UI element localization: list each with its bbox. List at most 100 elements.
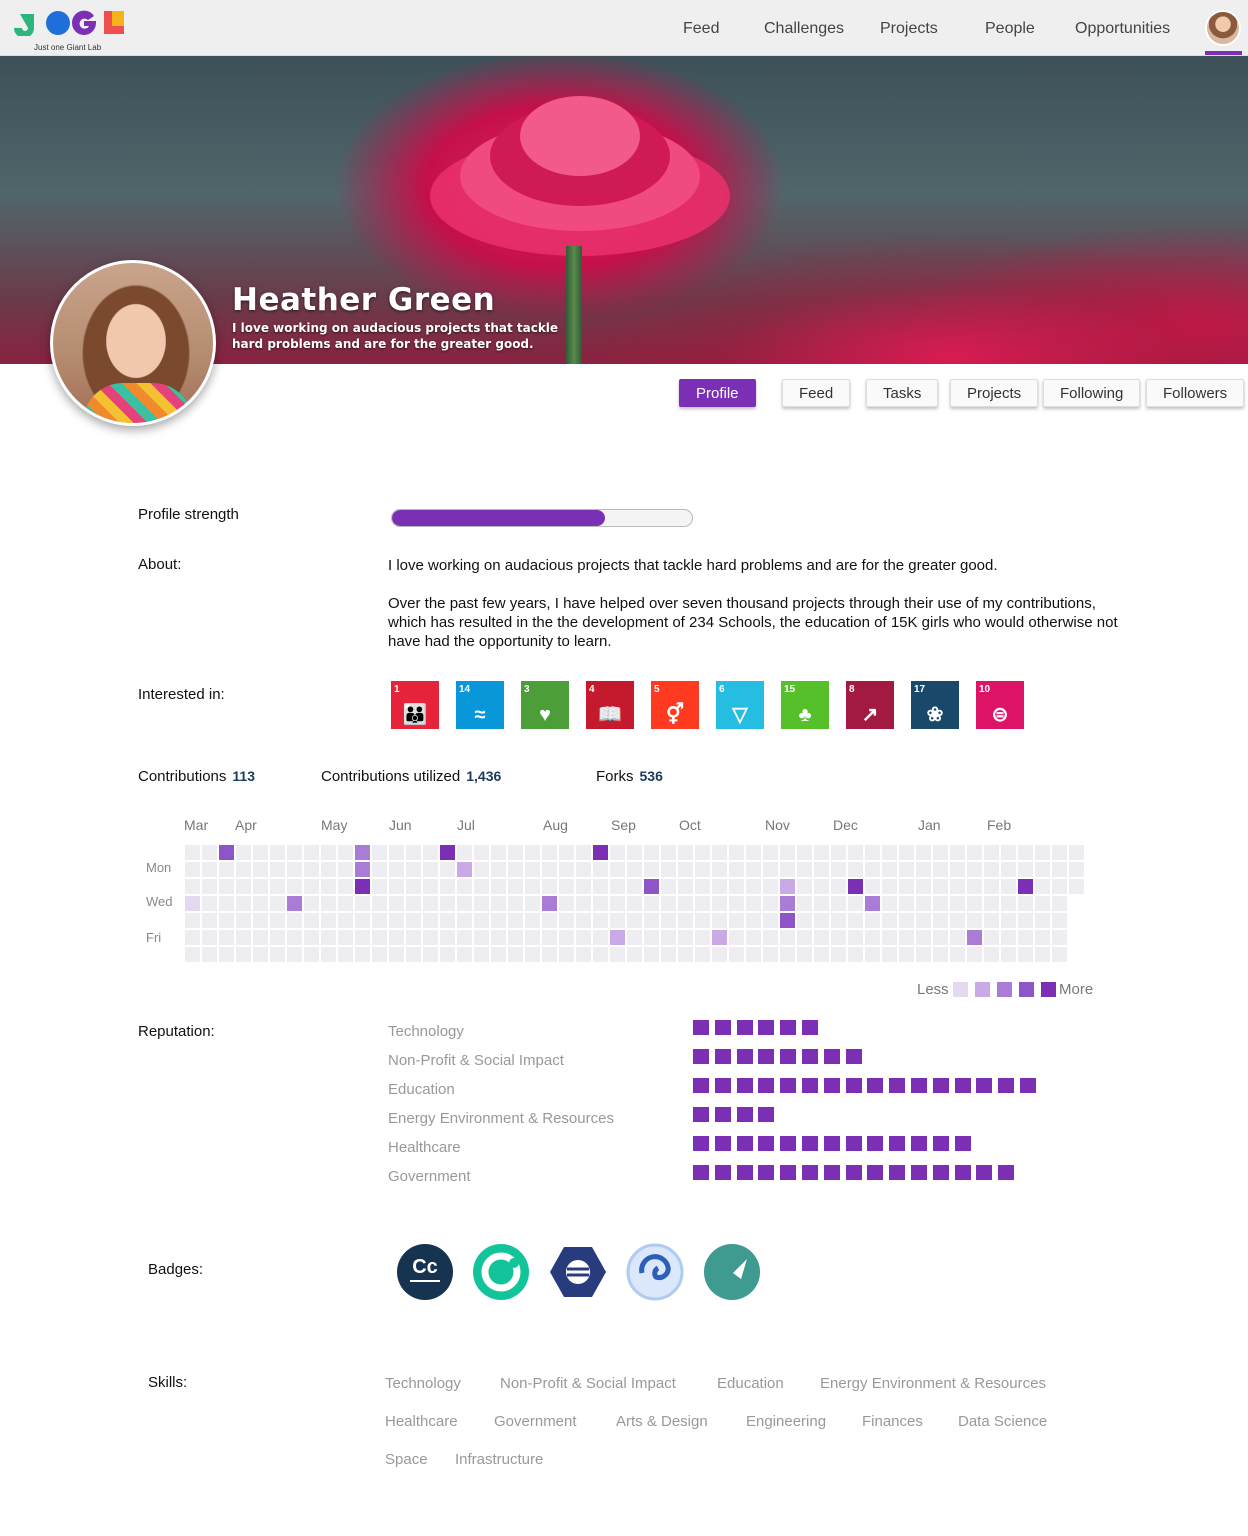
activity-cell	[593, 913, 608, 928]
activity-cell	[678, 913, 693, 928]
legend-swatch	[953, 982, 968, 997]
activity-cell	[661, 913, 676, 928]
sdg-goal-tile[interactable]: 14 ≈	[456, 681, 504, 729]
activity-cell	[253, 947, 268, 962]
skill-tag[interactable]: Infrastructure	[455, 1451, 543, 1468]
skill-tag[interactable]: Space	[385, 1451, 428, 1468]
activity-cell	[899, 930, 914, 945]
creative-commons-icon[interactable]: Cc	[396, 1243, 454, 1301]
activity-cell	[491, 862, 506, 877]
skill-tag[interactable]: Engineering	[746, 1413, 826, 1430]
skill-tag[interactable]: Finances	[862, 1413, 923, 1430]
skill-tag[interactable]: Technology	[385, 1375, 461, 1392]
activity-cell	[1069, 862, 1084, 877]
skill-tag[interactable]: Government	[494, 1413, 577, 1430]
sdg-goal-tile[interactable]: 10 ⊜	[976, 681, 1024, 729]
reputation-score-square	[758, 1020, 775, 1035]
activity-cell	[406, 913, 421, 928]
tab-projects[interactable]: Projects	[950, 379, 1039, 407]
sdg-number: 5	[654, 684, 660, 695]
reputation-score-square	[802, 1165, 818, 1180]
activity-cell	[950, 913, 965, 928]
activity-cell	[593, 862, 608, 877]
sdg-goal-tile[interactable]: 17 ❀	[911, 681, 959, 729]
sdg-goal-tile[interactable]: 6 ▽	[716, 681, 764, 729]
activity-cell	[984, 879, 999, 894]
activity-cell	[508, 896, 523, 911]
nav-feed[interactable]: Feed	[683, 20, 719, 38]
profile-strength-label: Profile strength	[138, 506, 239, 523]
globe-hexagon-icon[interactable]	[549, 1243, 607, 1301]
activity-cell	[185, 879, 200, 894]
skill-tag[interactable]: Data Science	[958, 1413, 1047, 1430]
activity-cell	[729, 845, 744, 860]
sdg-goal-tile[interactable]: 15 ♣	[781, 681, 829, 729]
reputation-score-square	[802, 1136, 818, 1151]
activity-cell	[763, 862, 778, 877]
activity-cell	[304, 896, 319, 911]
ring-badge-icon[interactable]	[472, 1243, 530, 1301]
reputation-score-square	[954, 1136, 971, 1151]
activity-cell	[542, 896, 557, 911]
activity-cell	[644, 913, 659, 928]
tab-following[interactable]: Following	[1043, 379, 1141, 407]
nav-projects[interactable]: Projects	[880, 20, 938, 38]
activity-cell	[1052, 913, 1067, 928]
jogl-logo[interactable]: Just one Giant Lab	[14, 8, 129, 52]
activity-cell	[525, 947, 540, 962]
nav-people[interactable]: People	[985, 20, 1035, 38]
activity-cell	[1035, 896, 1050, 911]
activity-cell	[338, 930, 353, 945]
activity-cell	[610, 896, 625, 911]
badges-label: Badges:	[148, 1261, 204, 1278]
activity-cell	[474, 879, 489, 894]
tab-followers[interactable]: Followers	[1146, 379, 1245, 407]
activity-cell	[219, 879, 234, 894]
nav-challenges[interactable]: Challenges	[764, 20, 844, 38]
skill-tag[interactable]: Energy Environment & Resources	[820, 1375, 1046, 1392]
skill-tag[interactable]: Healthcare	[385, 1413, 458, 1430]
activity-cell	[287, 913, 302, 928]
activity-cell	[1052, 947, 1067, 962]
activity-cell	[253, 879, 268, 894]
activity-cell	[1001, 930, 1016, 945]
activity-cell	[1069, 879, 1084, 894]
sdg-goal-tile[interactable]: 5 ⚥	[651, 681, 699, 729]
user-avatar-menu[interactable]	[1205, 10, 1241, 46]
reputation-score-square	[954, 1165, 971, 1180]
swirl-badge-icon[interactable]	[626, 1243, 684, 1301]
nav-opportunities[interactable]: Opportunities	[1075, 20, 1170, 38]
reputation-score-square	[802, 1078, 818, 1093]
bird-badge-icon[interactable]	[703, 1243, 761, 1301]
skill-tag[interactable]: Arts & Design	[616, 1413, 708, 1430]
about-text: I love working on audacious projects tha…	[388, 556, 1118, 651]
activity-cell	[763, 896, 778, 911]
swirl-badge-icon	[626, 1243, 684, 1301]
activity-cell	[202, 896, 217, 911]
skill-tag[interactable]: Non-Profit & Social Impact	[500, 1375, 676, 1392]
month-label: Aug	[543, 817, 568, 833]
tab-profile[interactable]: Profile	[679, 379, 756, 407]
sdg-goal-tile[interactable]: 1 👪	[391, 681, 439, 729]
activity-cell	[202, 913, 217, 928]
sdg-goal-tile[interactable]: 3 ♥	[521, 681, 569, 729]
activity-cell	[389, 862, 404, 877]
skill-tag[interactable]: Education	[717, 1375, 784, 1392]
activity-cell	[1052, 879, 1067, 894]
activity-cell	[933, 930, 948, 945]
tab-tasks[interactable]: Tasks	[866, 379, 939, 407]
sdg-number: 15	[784, 684, 796, 695]
activity-cell	[185, 845, 200, 860]
activity-cell	[746, 879, 761, 894]
sdg-goal-tile[interactable]: 4 📖	[586, 681, 634, 729]
tree-icon: ♣	[798, 704, 812, 726]
heartbeat-icon: ♥	[539, 704, 551, 726]
activity-cell	[627, 845, 642, 860]
activity-cell	[372, 862, 387, 877]
activity-cell	[491, 896, 506, 911]
sdg-goal-tile[interactable]: 8 ↗	[846, 681, 894, 729]
tab-feed[interactable]: Feed	[782, 379, 851, 407]
nav-active-indicator	[1205, 51, 1242, 55]
activity-cell	[236, 862, 251, 877]
profile-tagline: I love working on audacious projects tha…	[232, 321, 559, 351]
